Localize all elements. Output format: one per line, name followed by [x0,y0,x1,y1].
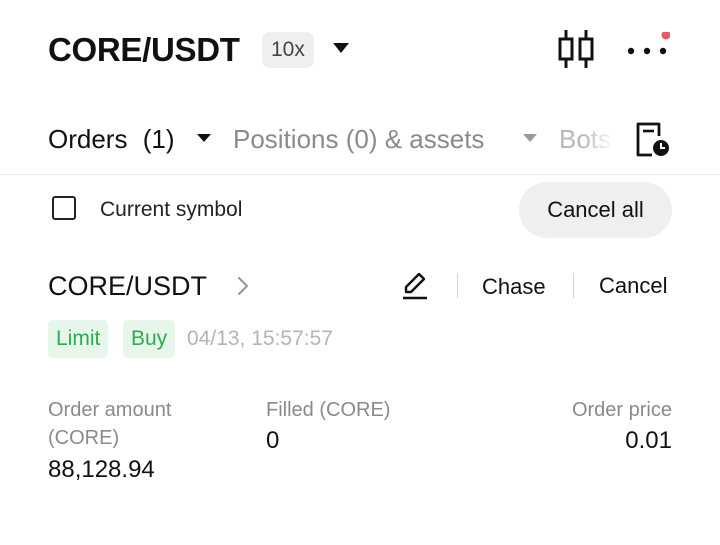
notification-dot [661,32,670,40]
order-history-icon[interactable] [634,122,672,158]
current-symbol-label[interactable]: Current symbol [100,196,242,224]
candlestick-chart-icon[interactable] [556,28,596,70]
tab-orders[interactable]: Orders (1) [48,121,174,157]
cancel-all-button[interactable]: Cancel all [519,182,672,238]
filled-label: Filled (CORE) [266,399,391,421]
order-symbol[interactable]: CORE/USDT [48,268,207,304]
pair-title[interactable]: CORE/USDT [48,30,240,70]
tabs-divider [0,174,720,175]
positions-dropdown-icon[interactable] [523,134,537,142]
order-type-badge: Limit [48,320,109,358]
more-options-icon[interactable] [626,32,670,62]
chevron-right-icon[interactable] [235,275,251,297]
pair-dropdown-icon[interactable] [333,43,349,53]
tab-positions-assets[interactable]: Positions (0) & assets [233,121,484,157]
orders-dropdown-icon[interactable] [197,134,211,142]
tab-orders-count: (1) [142,124,175,154]
order-timestamp: 04/13, 15:57:57 [187,327,333,350]
chase-button[interactable]: Chase [482,272,546,302]
filled-value: 0 [266,427,280,454]
action-separator [457,273,458,298]
order-price-value: 0.01 [625,427,672,454]
action-separator [573,273,574,298]
tab-bots[interactable]: Bots [559,121,615,157]
tab-orders-label: Orders [48,124,128,154]
leverage-badge[interactable]: 10x [262,32,314,68]
order-price-label: Order price [571,399,672,421]
cancel-order-button[interactable]: Cancel [599,271,667,301]
order-amount-label: Order amount (CORE) [48,399,172,449]
order-side-badge: Buy [123,320,176,358]
order-amount-value: 88,128.94 [48,456,155,483]
edit-icon[interactable] [400,270,430,302]
current-symbol-checkbox[interactable] [52,196,76,220]
